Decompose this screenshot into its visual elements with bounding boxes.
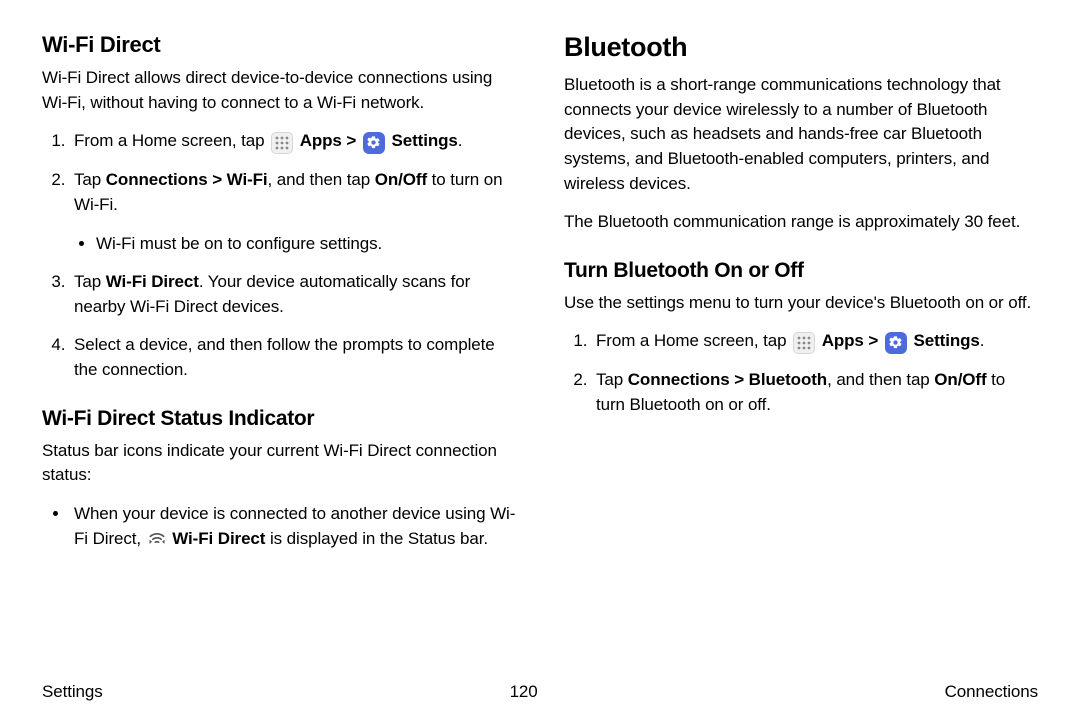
settings-icon: [885, 332, 907, 354]
step2-sublist: Wi-Fi must be on to configure settings.: [74, 232, 516, 257]
chevron-1: >: [342, 131, 361, 150]
heading-turn-bluetooth: Turn Bluetooth On or Off: [564, 259, 1038, 283]
step2-b1: Connections > Wi-Fi: [106, 170, 268, 189]
apps-label: Apps: [300, 131, 342, 150]
wifi-direct-steps: From a Home screen, tap Apps > Settings.…: [42, 129, 516, 382]
step3-b: Wi-Fi Direct: [106, 272, 199, 291]
step-4: Select a device, and then follow the pro…: [70, 333, 516, 382]
bluetooth-steps: From a Home screen, tap Apps > Settings.…: [564, 329, 1038, 417]
settings-icon: [363, 132, 385, 154]
heading-wifi-direct: Wi-Fi Direct: [42, 32, 516, 58]
settings-label: Settings: [392, 131, 458, 150]
left-column: Wi-Fi Direct Wi-Fi Direct allows direct …: [42, 32, 516, 672]
step2-mid: , and then tap: [268, 170, 375, 189]
step2-bullet: Wi-Fi must be on to configure settings.: [96, 232, 516, 257]
right-column: Bluetooth Bluetooth is a short-range com…: [564, 32, 1038, 672]
apps-icon: [271, 132, 293, 154]
footer-right: Connections: [945, 682, 1038, 702]
period-1: .: [458, 131, 463, 150]
bt-step-1: From a Home screen, tap Apps > Settings.: [592, 329, 1038, 354]
step2-b2: On/Off: [375, 170, 427, 189]
step1-text-pre: From a Home screen, tap: [74, 131, 269, 150]
period-2: .: [980, 331, 985, 350]
bt-step-2: Tap Connections > Bluetooth, and then ta…: [592, 368, 1038, 417]
status-bullet: When your device is connected to another…: [70, 502, 516, 551]
step2-pre: Tap: [74, 170, 106, 189]
bluetooth-intro: Bluetooth is a short-range communication…: [564, 73, 1038, 196]
status-bullets: When your device is connected to another…: [42, 502, 516, 551]
apps-icon: [793, 332, 815, 354]
status-b: Wi-Fi Direct: [172, 529, 265, 548]
bt2-mid: , and then tap: [827, 370, 934, 389]
status-intro: Status bar icons indicate your current W…: [42, 439, 516, 488]
footer-left: Settings: [42, 682, 103, 702]
wifi-direct-icon: [146, 527, 168, 549]
step-2: Tap Connections > Wi-Fi, and then tap On…: [70, 168, 516, 256]
chevron-2: >: [864, 331, 883, 350]
apps-label: Apps: [822, 331, 864, 350]
step-1: From a Home screen, tap Apps > Settings.: [70, 129, 516, 154]
heading-bluetooth: Bluetooth: [564, 32, 1038, 63]
turn-intro: Use the settings menu to turn your devic…: [564, 291, 1038, 316]
bt2-pre: Tap: [596, 370, 628, 389]
bluetooth-range: The Bluetooth communication range is app…: [564, 210, 1038, 235]
step-3: Tap Wi-Fi Direct. Your device automatica…: [70, 270, 516, 319]
settings-label: Settings: [914, 331, 980, 350]
page-footer: Settings 120 Connections: [42, 682, 1038, 702]
bt2-b2: On/Off: [934, 370, 986, 389]
heading-status-indicator: Wi-Fi Direct Status Indicator: [42, 407, 516, 431]
status-post: is displayed in the Status bar.: [265, 529, 488, 548]
bt-step1-pre: From a Home screen, tap: [596, 331, 791, 350]
wifi-direct-intro: Wi-Fi Direct allows direct device-to-dev…: [42, 66, 516, 115]
bt2-b1: Connections > Bluetooth: [628, 370, 827, 389]
footer-page-number: 120: [510, 682, 538, 702]
step3-pre: Tap: [74, 272, 106, 291]
